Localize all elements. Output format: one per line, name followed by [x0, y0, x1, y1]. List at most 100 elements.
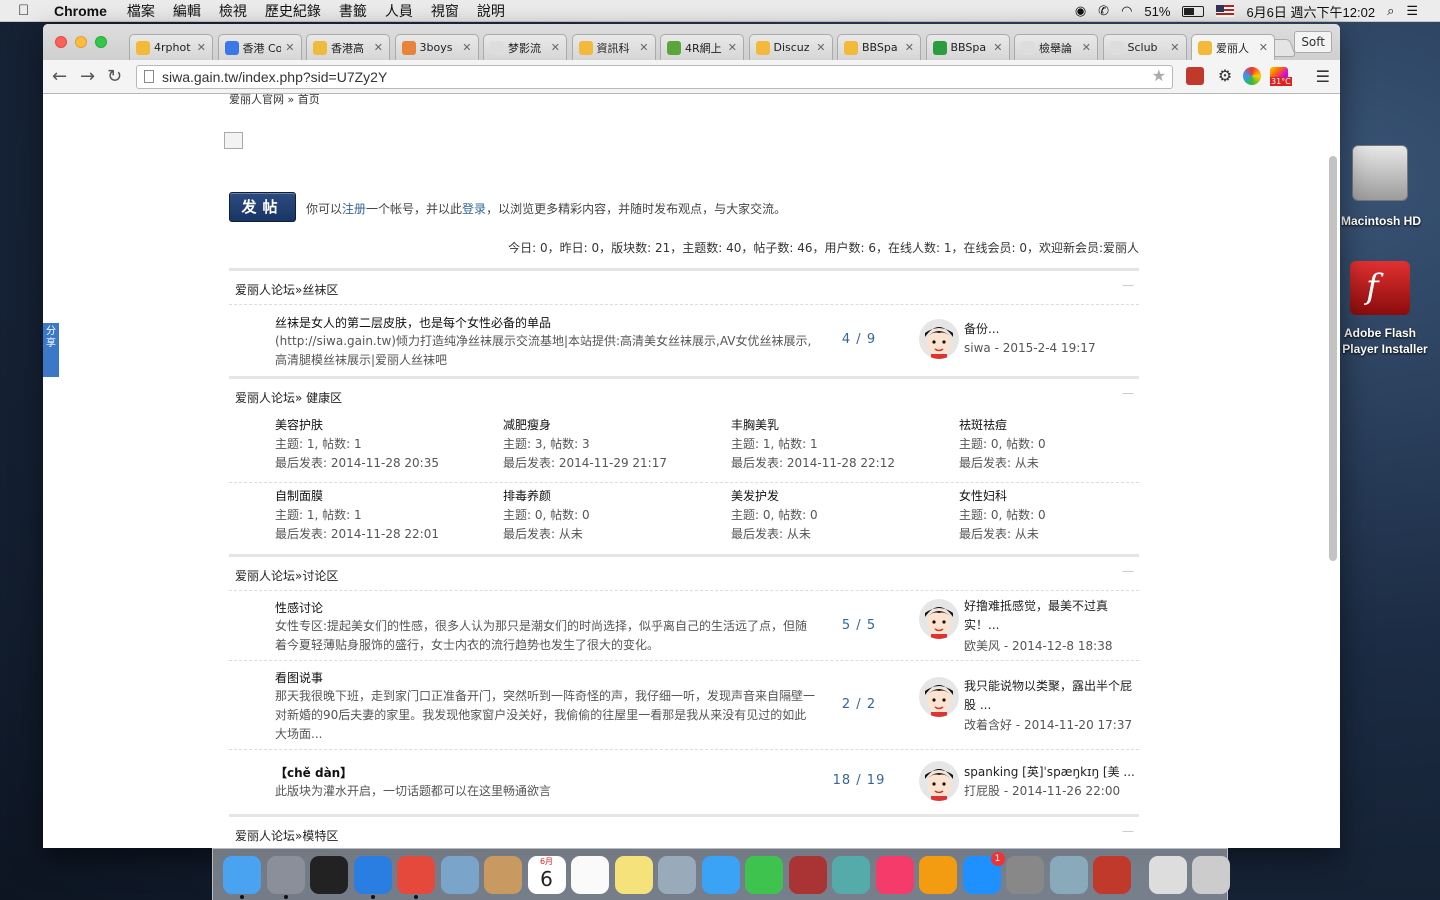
collapse-icon[interactable]: 一	[1122, 823, 1134, 840]
dock-facetime-icon[interactable]	[745, 856, 783, 894]
forum-name[interactable]: 自制面膜	[275, 487, 495, 506]
status-app-icon[interactable]: ◉	[1075, 3, 1086, 19]
avatar[interactable]	[919, 319, 959, 359]
tab-close-icon[interactable]: ✕	[905, 41, 914, 54]
post-button[interactable]: 发帖	[229, 192, 296, 222]
tab-close-icon[interactable]: ✕	[462, 41, 471, 54]
wifi-icon[interactable]: ◠	[1121, 3, 1132, 19]
avatar[interactable]	[919, 599, 959, 639]
dock-system-preferences-icon[interactable]	[1006, 856, 1044, 894]
menu-people[interactable]: 人員	[385, 1, 413, 21]
tab-8[interactable]: BBSpa ✕	[837, 34, 921, 60]
breadcrumb[interactable]: 爱丽人官网 » 首页	[229, 94, 320, 107]
dock-finder-icon[interactable]	[223, 856, 261, 894]
menu-help[interactable]: 說明	[477, 1, 505, 21]
tab-close-icon[interactable]: ✕	[374, 41, 383, 54]
menu-bookmarks[interactable]: 書籤	[339, 1, 367, 21]
macintosh-hd-icon[interactable]	[1352, 145, 1408, 201]
address-bar[interactable]: siwa.gain.tw/index.php?sid=U7Zy2Y ★	[136, 65, 1173, 89]
last-post-meta[interactable]: 打屁股 - 2014-11-26 22:00	[964, 782, 1144, 799]
weather-extension-icon[interactable]: 31°C	[1270, 67, 1292, 86]
dock-iphoto-icon[interactable]	[832, 856, 870, 894]
last-post-meta[interactable]: 改着含好 - 2014-11-20 17:37	[964, 716, 1144, 733]
tab-2[interactable]: 香港高 ✕	[306, 34, 390, 60]
forum-last-post[interactable]: 最后发表: 2014-11-28 22:12	[731, 454, 951, 473]
close-window-button[interactable]	[55, 36, 67, 48]
last-post-meta[interactable]: 欧美风 - 2014-12-8 18:38	[964, 637, 1144, 654]
register-link[interactable]: 注册	[342, 202, 366, 216]
tab-4[interactable]: 梦影流 ✕	[483, 34, 567, 60]
forum-name[interactable]: 【chě dàn】	[275, 764, 352, 781]
forward-button-icon[interactable]: →	[80, 66, 95, 87]
forum-last-post[interactable]: 最后发表: 从未	[959, 454, 1179, 473]
collapse-icon[interactable]: 一	[1122, 385, 1134, 402]
tab-close-icon[interactable]: ✕	[285, 41, 294, 54]
clock[interactable]: 6月6日 週六下午12:02	[1246, 2, 1375, 21]
tab-3[interactable]: 3boys ✕	[394, 34, 479, 60]
dock-notes-icon[interactable]	[614, 856, 653, 894]
menu-history[interactable]: 歷史紀錄	[265, 1, 321, 21]
dock-chrome-icon[interactable]	[397, 856, 435, 894]
menu-edit[interactable]: 編輯	[173, 1, 201, 21]
menu-window[interactable]: 視窗	[431, 1, 459, 21]
last-post-meta[interactable]: siwa - 2015-2-4 19:17	[964, 341, 1144, 355]
menu-file[interactable]: 檔案	[127, 1, 155, 21]
reload-button-icon[interactable]: ↻	[107, 66, 122, 87]
last-post-title[interactable]: spanking [英]ˈspæŋkɪŋ [美 ...	[964, 763, 1139, 782]
app-menu[interactable]: Chrome	[54, 3, 107, 19]
battery-icon[interactable]	[1182, 5, 1205, 17]
tab-7[interactable]: Discuz ✕	[748, 34, 833, 60]
back-button-icon[interactable]: ←	[52, 66, 67, 87]
tab-9[interactable]: BBSpa ✕	[925, 34, 1010, 60]
last-post-title[interactable]: 好撸难抵感觉，最美不过真实！...	[964, 597, 1139, 635]
dock-dashboard-icon[interactable]	[310, 856, 348, 894]
collapse-icon[interactable]: 一	[1122, 277, 1134, 294]
dock-reminders-icon[interactable]	[571, 856, 609, 894]
dock-mail-icon[interactable]	[440, 856, 479, 894]
tab-close-icon[interactable]: ✕	[816, 41, 825, 54]
forum-name[interactable]: 丰胸美乳	[731, 416, 951, 435]
battery-percent[interactable]: 51%	[1144, 4, 1170, 19]
section-title[interactable]: 爱丽人论坛»讨论区	[235, 567, 338, 584]
extension-color-icon[interactable]	[1243, 67, 1261, 85]
section-title[interactable]: 爱丽人论坛»模特区	[235, 827, 338, 844]
dock-ibooks-icon[interactable]	[919, 856, 957, 894]
zoom-window-button[interactable]	[95, 36, 107, 48]
dock-filezilla-icon[interactable]	[1093, 856, 1131, 894]
tab-close-icon[interactable]: ✕	[1082, 41, 1091, 54]
avatar[interactable]	[919, 761, 959, 801]
login-link[interactable]: 登录	[462, 202, 486, 216]
tab-1[interactable]: 香港 Co ✕	[217, 34, 302, 60]
input-source-flag-icon[interactable]	[1216, 5, 1235, 17]
forum-name[interactable]: 美发护发	[731, 487, 951, 506]
tab-close-icon[interactable]: ✕	[1170, 41, 1179, 54]
forum-name[interactable]: 丝袜是女人的第二层皮肤，也是每个女性必备的单品	[275, 314, 551, 331]
forum-name[interactable]: 祛斑祛痘	[959, 416, 1179, 435]
tab-close-icon[interactable]: ✕	[197, 41, 206, 54]
tab-close-icon[interactable]: ✕	[639, 41, 648, 54]
dock-app-store-icon[interactable]: 1	[962, 852, 1005, 894]
dock-downloads-icon[interactable]	[1148, 856, 1187, 894]
tab-close-icon[interactable]: ✕	[993, 41, 1002, 54]
tab-12[interactable]: 爱丽人 ✕	[1191, 34, 1275, 60]
bookmark-star-icon[interactable]: ★	[1152, 66, 1166, 88]
adobe-flash-installer-icon[interactable]: f	[1350, 261, 1410, 315]
tab-11[interactable]: Sclub ✕	[1102, 34, 1187, 60]
forum-name[interactable]: 性感讨论	[275, 599, 323, 616]
phone-icon[interactable]: ✆	[1098, 3, 1109, 19]
profile-button[interactable]: Soft	[1294, 31, 1332, 53]
avatar[interactable]	[919, 677, 959, 717]
section-title[interactable]: 爱丽人论坛»丝袜区	[235, 281, 338, 298]
dock-calendar-icon[interactable]: 6月 6	[527, 856, 566, 894]
forum-last-post[interactable]: 最后发表: 2014-11-28 22:01	[275, 525, 495, 544]
forum-name[interactable]: 看图说事	[275, 669, 323, 686]
tab-5[interactable]: 資訊科 ✕	[571, 34, 656, 60]
forum-last-post[interactable]: 最后发表: 从未	[731, 525, 951, 544]
settings-gear-icon[interactable]: ⚙	[1216, 67, 1234, 85]
dock-contacts-icon[interactable]	[484, 856, 522, 894]
dock-photo-booth-icon[interactable]	[788, 856, 827, 894]
forum-last-post[interactable]: 最后发表: 从未	[959, 525, 1179, 544]
forum-last-post[interactable]: 最后发表: 从未	[503, 525, 723, 544]
menu-view[interactable]: 檢視	[219, 1, 247, 21]
last-post-title[interactable]: 备份...	[964, 320, 1139, 339]
